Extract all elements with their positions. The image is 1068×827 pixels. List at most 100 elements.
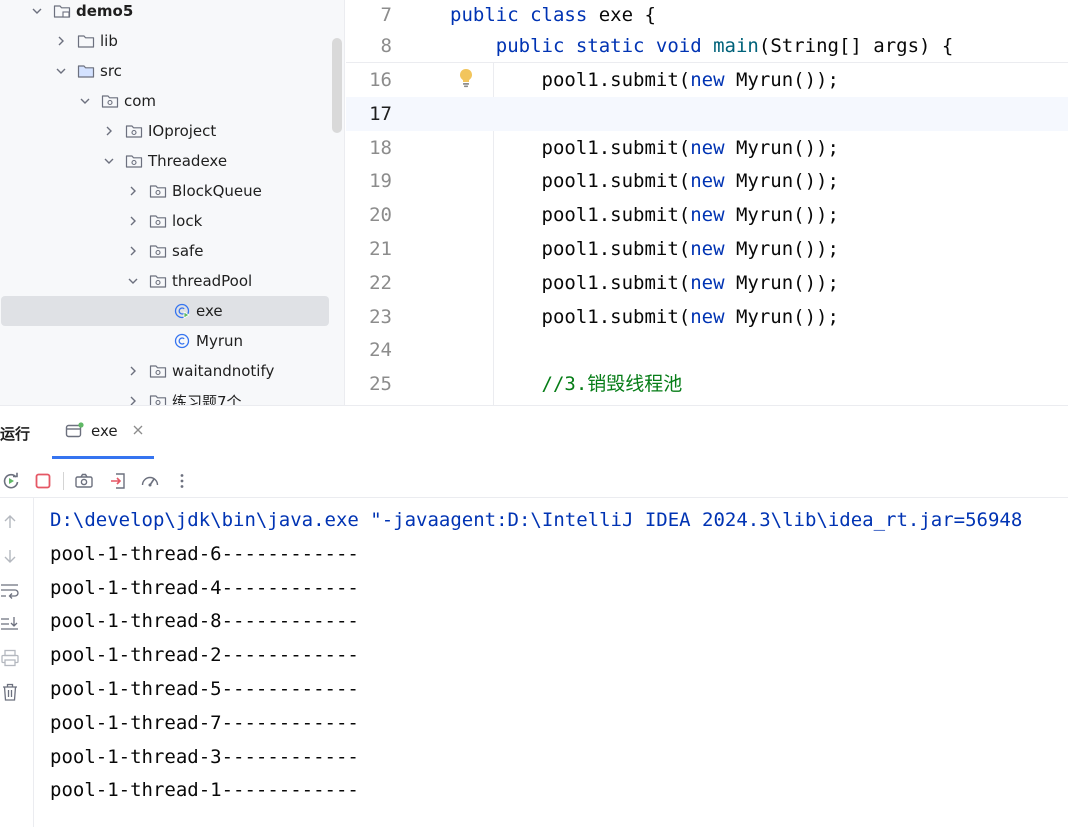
code-token: Myrun()); — [735, 136, 839, 159]
tree-item-lock[interactable]: lock — [0, 206, 330, 236]
chevron-right-icon[interactable] — [126, 184, 140, 198]
code-token: pool1.submit( — [450, 271, 691, 294]
exit-icon[interactable] — [107, 470, 129, 492]
chevron-right-icon[interactable] — [126, 394, 140, 405]
tree-item-Myrun[interactable]: Myrun — [0, 326, 330, 356]
tree-item-label: waitandnotify — [172, 362, 275, 380]
tree-item-exe[interactable]: exe — [1, 296, 329, 326]
tree-item-demo5[interactable]: demo5 — [0, 0, 330, 26]
package-icon — [125, 123, 143, 139]
console-output[interactable]: D:\develop\jdk\bin\java.exe "-javaagent:… — [50, 504, 1068, 808]
code-token: pool1.submit( — [450, 170, 691, 193]
console-line: pool-1-thread-2------------ — [50, 644, 359, 667]
code-token: Myrun()); — [735, 271, 839, 294]
code-token: //3.销毁线程池 — [541, 373, 683, 396]
tree-item-BlockQueue[interactable]: BlockQueue — [0, 176, 330, 206]
soft-wrap-icon[interactable] — [0, 580, 20, 600]
tree-item-label: src — [100, 62, 122, 80]
console-line: pool-1-thread-8------------ — [50, 610, 359, 633]
line-number: 17 — [369, 102, 392, 125]
tree-item-com[interactable]: com — [0, 86, 330, 116]
chevron-right-icon[interactable] — [126, 364, 140, 378]
lightbulb-icon[interactable] — [458, 68, 474, 88]
chevron-right-icon[interactable] — [54, 34, 68, 48]
code-line-21[interactable]: 21 pool1.submit(new Myrun()); — [346, 232, 1068, 266]
chevron-right-icon[interactable] — [126, 214, 140, 228]
tree-item-label: IOproject — [148, 122, 217, 140]
trash-icon[interactable] — [0, 682, 20, 702]
tree-item-label: demo5 — [76, 2, 134, 20]
package-icon — [101, 93, 119, 109]
up-arrow-icon[interactable] — [0, 512, 20, 532]
code-line-20[interactable]: 20 pool1.submit(new Myrun()); — [346, 198, 1068, 232]
line-code: pool1.submit(new Myrun()); — [450, 232, 839, 266]
code-token: pool1.submit( — [450, 69, 691, 91]
tree-item-Threadexe[interactable]: Threadexe — [0, 146, 330, 176]
line-number: 16 — [369, 69, 392, 91]
code-token: Myrun()); — [735, 305, 839, 328]
print-icon[interactable] — [0, 648, 20, 668]
scroll-to-end-icon[interactable] — [0, 614, 20, 634]
tree-item-label: lock — [172, 212, 203, 230]
package-icon — [149, 273, 167, 289]
code-line-19[interactable]: 19 pool1.submit(new Myrun()); — [346, 164, 1068, 198]
chevron-down-icon[interactable] — [102, 154, 116, 168]
rerun-icon[interactable] — [0, 470, 22, 492]
console-line: pool-1-thread-7------------ — [50, 711, 359, 734]
code-line-23[interactable]: 23 pool1.submit(new Myrun()); — [346, 300, 1068, 334]
tree-item-label: com — [124, 92, 157, 110]
tree-item-label: exe — [196, 302, 223, 320]
code-token: new — [690, 271, 736, 294]
line-code: pool1.submit(new Myrun()); — [450, 266, 839, 300]
camera-icon[interactable] — [73, 470, 95, 492]
chevron-right-icon[interactable] — [126, 244, 140, 258]
profiler-icon[interactable] — [139, 470, 161, 492]
code-token: (String[] args) { — [758, 35, 954, 57]
code-line-22[interactable]: 22 pool1.submit(new Myrun()); — [346, 266, 1068, 300]
chevron-down-icon[interactable] — [54, 64, 68, 78]
run-config-icon — [65, 422, 85, 440]
tree-item-src[interactable]: src — [0, 56, 330, 86]
package-icon — [149, 363, 167, 379]
code-editor[interactable]: 16 pool1.submit(new Myrun()); 17 18 pool1.… — [346, 0, 1068, 405]
code-token: public static void — [495, 35, 714, 57]
tree-item-safe[interactable]: safe — [0, 236, 330, 266]
line-number: 19 — [369, 170, 392, 193]
code-line-24[interactable]: 24 — [346, 333, 1068, 367]
more-icon[interactable] — [171, 470, 193, 492]
code-token: Myrun()); — [735, 238, 839, 260]
line-number: 20 — [369, 204, 392, 227]
chevron-down-icon[interactable] — [78, 94, 92, 108]
code-token: new — [690, 69, 736, 91]
line-code: pool1.submit(new Myrun()); — [450, 131, 839, 165]
code-token: pool1.submit( — [450, 238, 691, 260]
tree-scrollbar[interactable] — [332, 38, 342, 133]
code-line-16[interactable]: 16 pool1.submit(new Myrun()); — [346, 63, 1068, 97]
tree-item-lib[interactable]: lib — [0, 26, 330, 56]
code-line-8[interactable]: 8 public static void main(String[] args)… — [346, 31, 1068, 62]
tree-item-IOproject[interactable]: IOproject — [0, 116, 330, 146]
code-line-18[interactable]: 18 pool1.submit(new Myrun()); — [346, 131, 1068, 165]
stop-icon[interactable] — [32, 470, 54, 492]
folder-icon — [77, 33, 95, 49]
tree-item-waitandnotify[interactable]: waitandnotify — [0, 356, 330, 386]
close-icon[interactable] — [132, 424, 144, 436]
chevron-right-icon[interactable] — [102, 124, 116, 138]
chevron-down-icon[interactable] — [126, 274, 140, 288]
line-number: 21 — [369, 238, 392, 260]
code-line-25[interactable]: 25 //3.销毁线程池 — [346, 367, 1068, 401]
tree-item-threadPool[interactable]: threadPool — [0, 266, 330, 296]
down-arrow-icon[interactable] — [0, 546, 20, 566]
tab-exe[interactable]: exe — [52, 406, 154, 459]
runnable-class-icon — [173, 303, 191, 319]
line-code: pool1.submit(new Myrun()); — [450, 63, 839, 97]
tree-item-练习题7个[interactable]: 练习题7个 — [0, 386, 330, 405]
code-line-7[interactable]: 7 public class exe { — [346, 0, 1068, 31]
chevron-down-icon[interactable] — [30, 4, 44, 18]
sticky-lines-header[interactable]: 7 public class exe {8 public static void … — [346, 0, 1068, 63]
code-line-17[interactable]: 17 — [346, 96, 1068, 131]
line-code: pool1.submit(new Myrun()); — [450, 300, 839, 334]
